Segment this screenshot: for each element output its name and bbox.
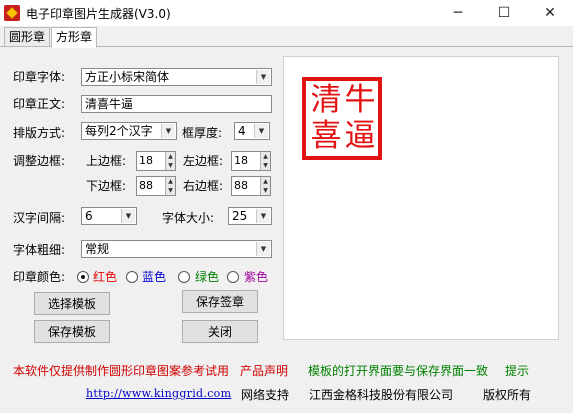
footer-notice: 本软件仅提供制作圆形印章图案参考试用 (13, 364, 230, 378)
stamp-char: 喜 (310, 118, 342, 154)
website-link[interactable]: http://www.kinggrid.com (86, 387, 231, 400)
chevron-down-icon: ▼ (121, 209, 135, 223)
save-stamp-button[interactable]: 保存签章 (182, 290, 258, 313)
radio-purple[interactable] (227, 271, 239, 283)
chevron-down-icon: ▼ (161, 124, 175, 138)
font-weight-label: 字体粗细: (13, 243, 66, 257)
stamp-char: 牛 (344, 82, 376, 118)
close-button[interactable]: 关闭 (182, 320, 258, 343)
stamp-char: 逼 (344, 118, 376, 154)
char-spacing-select[interactable]: 6 ▼ (81, 207, 137, 225)
network-support-label: 网络支持 (241, 388, 290, 402)
font-weight-value: 常规 (85, 242, 110, 256)
spin-down-icon[interactable]: ▼ (165, 161, 175, 170)
radio-green-label[interactable]: 绿色 (195, 268, 219, 286)
stamp-color-label: 印章颜色: (13, 270, 66, 284)
copyright-label: 版权所有 (483, 388, 532, 402)
chevron-down-icon: ▼ (256, 70, 270, 84)
font-size-label: 字体大小: (162, 211, 215, 225)
right-margin-value: 88 (234, 179, 248, 192)
spin-down-icon[interactable]: ▼ (165, 186, 175, 195)
minimize-button[interactable]: ─ (435, 0, 481, 26)
radio-red-label[interactable]: 红色 (93, 268, 117, 286)
char-spacing-label: 汉字间隔: (13, 211, 66, 225)
margin-label: 调整边框: (13, 154, 66, 168)
font-select[interactable]: 方正小标宋简体 ▼ (81, 68, 272, 86)
company-name: 江西金格科技股份有限公司 (309, 388, 454, 402)
tab-square-stamp[interactable]: 方形章 (51, 27, 98, 48)
radio-purple-label[interactable]: 紫色 (244, 268, 268, 286)
square-stamp-preview: 清 牛 喜 逼 (302, 77, 382, 160)
radio-red[interactable] (77, 271, 89, 283)
text-label: 印章正文: (13, 97, 66, 111)
char-spacing-value: 6 (85, 209, 93, 223)
font-weight-select[interactable]: 常规 ▼ (81, 240, 272, 258)
bottom-margin-label: 下边框: (86, 179, 127, 193)
maximize-button[interactable]: ☐ (481, 0, 527, 26)
top-margin-label: 上边框: (86, 154, 127, 168)
stamp-char: 清 (310, 82, 342, 118)
template-tip: 模板的打开界面要与保存界面一致 (308, 364, 489, 378)
layout-label: 排版方式: (13, 126, 66, 140)
left-margin-spinner[interactable]: 18 ▲ ▼ (231, 151, 271, 171)
font-size-select[interactable]: 25 ▼ (228, 207, 272, 225)
top-margin-value: 18 (139, 154, 153, 167)
radio-blue[interactable] (126, 271, 138, 283)
right-margin-label: 右边框: (183, 179, 224, 193)
layout-select[interactable]: 每列2个汉字 ▼ (81, 122, 177, 140)
tip-link[interactable]: 提示 (505, 362, 529, 379)
window-title: 电子印章图片生成器(V3.0) (26, 7, 171, 21)
app-stamp-icon (4, 5, 20, 21)
save-template-button[interactable]: 保存模板 (34, 320, 110, 343)
spin-down-icon[interactable]: ▼ (260, 186, 270, 195)
font-select-value: 方正小标宋简体 (85, 70, 170, 84)
product-statement-link[interactable]: 产品声明 (240, 362, 288, 379)
radio-blue-label[interactable]: 蓝色 (142, 268, 166, 286)
tab-round-stamp[interactable]: 圆形章 (4, 27, 51, 47)
left-margin-value: 18 (234, 154, 248, 167)
layout-select-value: 每列2个汉字 (85, 124, 153, 138)
frame-thickness-label: 框厚度: (182, 126, 223, 140)
right-margin-spinner[interactable]: 88 ▲ ▼ (231, 176, 271, 196)
close-window-button[interactable]: ✕ (527, 0, 573, 26)
stamp-text-input[interactable]: 清喜牛逼 (81, 95, 272, 113)
select-template-button[interactable]: 选择模板 (34, 292, 110, 315)
chevron-down-icon: ▼ (256, 209, 270, 223)
bottom-margin-value: 88 (139, 179, 153, 192)
font-size-value: 25 (232, 209, 248, 223)
chevron-down-icon: ▼ (254, 124, 268, 138)
frame-thickness-select[interactable]: 4 ▼ (234, 122, 270, 140)
chevron-down-icon: ▼ (256, 242, 270, 256)
font-label: 印章字体: (13, 70, 66, 84)
radio-green[interactable] (178, 271, 190, 283)
frame-thickness-value: 4 (238, 124, 246, 138)
top-margin-spinner[interactable]: 18 ▲ ▼ (136, 151, 176, 171)
spin-down-icon[interactable]: ▼ (260, 161, 270, 170)
left-margin-label: 左边框: (183, 154, 224, 168)
bottom-margin-spinner[interactable]: 88 ▲ ▼ (136, 176, 176, 196)
